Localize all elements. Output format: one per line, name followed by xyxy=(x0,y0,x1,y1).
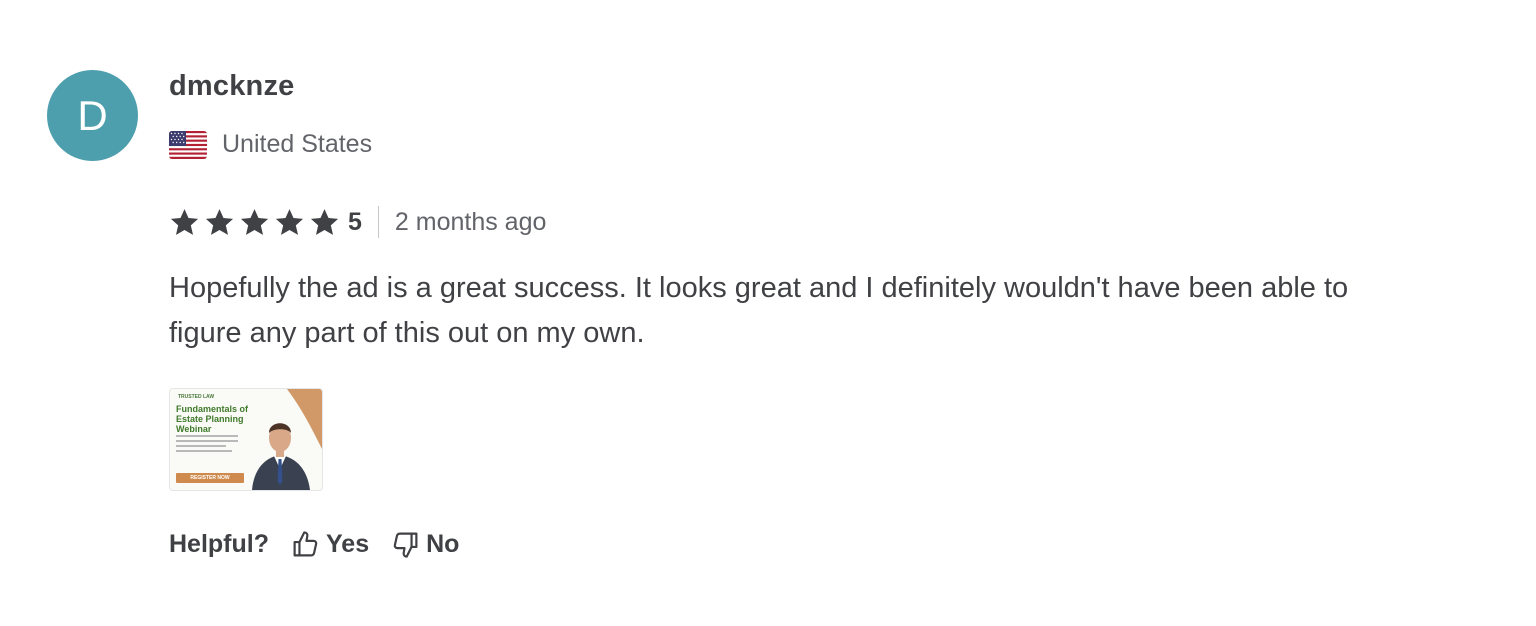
star-icon xyxy=(275,208,304,235)
review-card: D dmcknze United States 5 2 months ago H… xyxy=(0,0,1536,626)
avatar-letter: D xyxy=(77,91,108,139)
reviewer-username[interactable]: dmcknze xyxy=(169,70,295,103)
review-attachment-thumbnail[interactable]: TRUSTED LAW Fundamentals of Estate Plann… xyxy=(169,388,323,491)
thumbs-up-icon xyxy=(293,530,318,556)
thumbs-down-icon xyxy=(393,532,418,558)
attachment-brand: TRUSTED LAW xyxy=(178,394,215,400)
attachment-person-image xyxy=(252,389,322,490)
review-time: 2 months ago xyxy=(394,207,547,236)
rating-divider xyxy=(377,206,379,238)
helpful-no-label: No xyxy=(426,529,460,558)
helpful-no-button[interactable]: No xyxy=(391,530,459,559)
helpful-prompt: Helpful? xyxy=(169,529,269,558)
helpful-feedback: Helpful? Yes No xyxy=(169,527,459,561)
us-flag-icon xyxy=(169,130,207,159)
star-icon xyxy=(240,208,269,235)
reviewer-country: United States xyxy=(169,130,372,159)
star-icon xyxy=(205,208,234,235)
attachment-body-lines xyxy=(176,435,238,455)
star-rating xyxy=(169,207,340,238)
helpful-yes-label: Yes xyxy=(326,529,370,558)
country-name: United States xyxy=(222,130,373,158)
review-text: Hopefully the ad is a great success. It … xyxy=(169,272,1349,349)
rating-row: 5 2 months ago xyxy=(169,205,546,239)
rating-value: 5 xyxy=(348,207,362,236)
helpful-yes-button[interactable]: Yes xyxy=(291,530,369,559)
attachment-cta: REGISTER NOW xyxy=(176,473,244,483)
star-icon xyxy=(170,208,199,235)
star-icon xyxy=(310,208,339,235)
avatar[interactable]: D xyxy=(47,70,138,161)
